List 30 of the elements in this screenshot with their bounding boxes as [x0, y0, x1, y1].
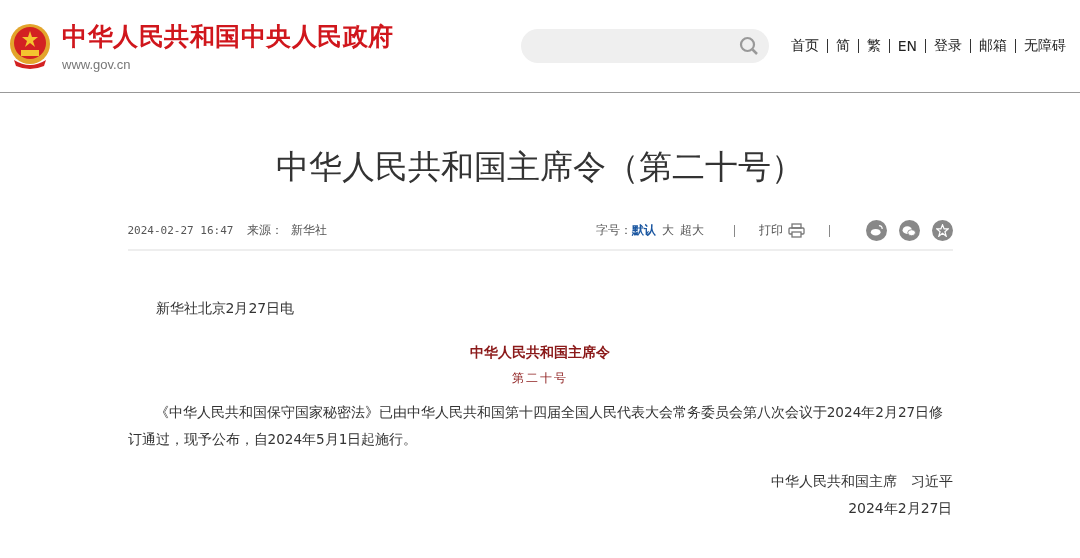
font-size-label: 字号： — [595, 222, 632, 239]
order-number: 第二十号 — [511, 370, 569, 387]
print-link[interactable]: 打印 — [758, 222, 783, 239]
emblem-logo — [8, 22, 52, 70]
nav-link[interactable]: 无障碍 — [1024, 37, 1066, 55]
printer-icon[interactable] — [787, 223, 805, 238]
source-label: 来源： — [247, 222, 284, 239]
font-size-option[interactable]: 超大 — [679, 222, 704, 239]
site-name: 中华人民共和国中央人民政府 — [62, 21, 395, 53]
site-domain: www.gov.cn — [62, 57, 132, 72]
nav-link[interactable]: 繁 — [866, 37, 881, 55]
sign-date: 2024年2月27日 — [847, 499, 953, 518]
dateline: 新华社北京2月27日电 — [154, 299, 296, 318]
nav-link[interactable]: 邮箱 — [979, 37, 1007, 55]
search-icon[interactable] — [738, 36, 759, 56]
weibo-share-icon[interactable] — [865, 220, 887, 241]
nav-link[interactable]: EN — [897, 38, 917, 54]
signature: 中华人民共和国主席 习近平 — [769, 472, 953, 491]
publish-date: 2024-02-27 16:47 — [127, 224, 234, 237]
nav-link[interactable]: 首页 — [790, 37, 819, 55]
wechat-share-icon[interactable] — [898, 220, 920, 241]
order-title: 中华人民共和国主席令 — [469, 344, 611, 362]
nav-link[interactable]: 简 — [835, 37, 850, 55]
body-paragraph: 《中华人民共和国保守国家秘密法》已由中华人民共和国第十四届全国人民代表大会常务委员会第八次会议于2024年2月27日修订通过，现予公布，自2024年5月1日起施行。 — [127, 403, 945, 449]
source-name: 新华社 — [291, 222, 328, 239]
font-size-option[interactable]: 默认 — [631, 222, 656, 239]
nav-link[interactable]: 登录 — [934, 37, 962, 55]
search-field[interactable] — [520, 29, 769, 63]
article-title: 中华人民共和国主席令（第二十号） — [275, 146, 805, 188]
font-size-option[interactable]: 大 — [661, 222, 674, 239]
